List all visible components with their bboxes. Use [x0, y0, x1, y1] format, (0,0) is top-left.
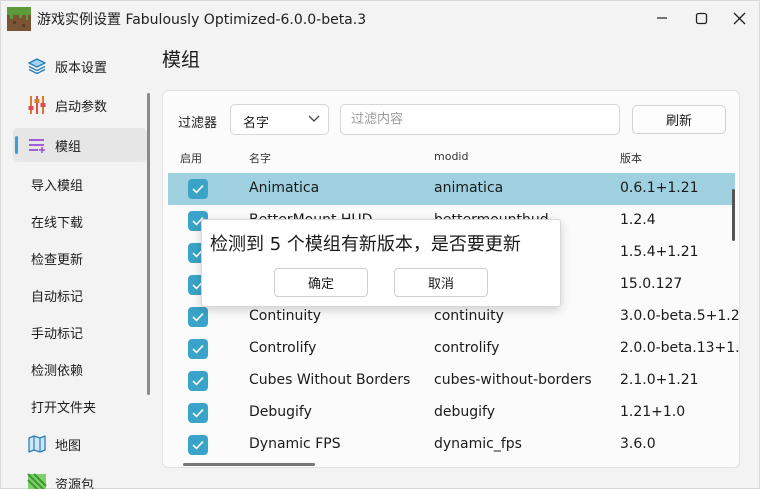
column-header-enabled[interactable]: 启用 — [180, 150, 202, 166]
sidebar-item-label: 打开文件夹 — [31, 400, 97, 416]
check-icon — [192, 440, 204, 450]
mod-id: controlify — [434, 340, 500, 356]
sidebar-item-import-mods[interactable]: 导入模组 — [13, 167, 147, 201]
mod-id: dynamic_fps — [434, 436, 522, 452]
table-row[interactable]: Cubes Without Borders cubes-without-bord… — [168, 365, 735, 397]
sidebar-item-mods[interactable]: 模组 — [13, 128, 147, 162]
update-dialog: 检测到 5 个模组有新版本，是否要更新 确定 取消 — [201, 219, 561, 307]
enabled-checkbox[interactable] — [188, 307, 208, 327]
mod-name: Cubes Without Borders — [249, 372, 411, 388]
chevron-down-icon — [308, 115, 320, 122]
sidebar-item-label: 模组 — [55, 139, 82, 155]
mod-id: animatica — [434, 180, 504, 196]
sidebar-item-check-updates[interactable]: 检查更新 — [13, 241, 147, 275]
mod-name: Dynamic FPS — [249, 436, 341, 452]
mod-version: 3.6.0 — [620, 436, 656, 452]
sidebar-item-maps[interactable]: 地图 — [13, 427, 147, 461]
check-icon — [192, 312, 204, 322]
check-icon — [192, 376, 204, 386]
sidebar-item-resource-packs[interactable]: 资源包 — [13, 466, 147, 489]
mods-list-icon — [26, 134, 48, 156]
table-row[interactable]: Animatica animatica 0.6.1+1.21 — [168, 173, 735, 205]
filter-label: 过滤器 — [178, 116, 218, 131]
mod-name: Animatica — [249, 180, 320, 196]
mod-version: 0.6.1+1.21 — [620, 180, 699, 196]
maximize-button[interactable] — [686, 5, 716, 31]
dialog-message: 检测到 5 个模组有新版本，是否要更新 — [210, 234, 521, 255]
sliders-icon — [26, 94, 48, 116]
sidebar-item-label: 地图 — [55, 438, 82, 454]
sidebar-item-label: 检测依赖 — [31, 363, 84, 379]
sidebar-item-label: 版本设置 — [55, 60, 108, 76]
mod-version: 2.0.0-beta.13+1.2 — [620, 340, 740, 356]
map-icon — [26, 433, 48, 455]
title-bar: 游戏实例设置 Fabulously Optimized-6.0.0-beta.3 — [1, 1, 760, 35]
mod-id: debugify — [434, 404, 496, 420]
sidebar-item-label: 自动标记 — [31, 289, 84, 305]
filter-input[interactable] — [340, 104, 620, 135]
sidebar-scrollbar[interactable] — [147, 93, 150, 395]
mod-version: 2.1.0+1.21 — [620, 372, 699, 388]
table-horizontal-scrollbar[interactable] — [183, 463, 315, 466]
mod-version: 1.21+1.0 — [620, 404, 686, 420]
dialog-ok-button[interactable]: 确定 — [274, 268, 368, 297]
mod-name: Continuity — [249, 308, 322, 324]
sidebar-item-launch-args[interactable]: 启动参数 — [13, 88, 147, 122]
page-title: 模组 — [162, 49, 201, 71]
check-icon — [192, 344, 204, 354]
sidebar-item-label: 导入模组 — [31, 178, 84, 194]
sidebar: 版本设置 启动参数 模组 导入模组 在线下载 检查更新 自动标记 手动标记 检测… — [1, 45, 153, 489]
column-header-version[interactable]: 版本 — [620, 150, 642, 166]
sidebar-item-label: 在线下载 — [31, 215, 84, 231]
close-button[interactable] — [724, 5, 754, 31]
sidebar-item-manual-tag[interactable]: 手动标记 — [13, 315, 147, 349]
mod-version: 1.5.4+1.21 — [620, 244, 699, 260]
mod-name: Debugify — [249, 404, 312, 420]
mod-version: 3.0.0-beta.5+1.21 — [620, 308, 740, 324]
app-window: 游戏实例设置 Fabulously Optimized-6.0.0-beta.3… — [0, 0, 760, 489]
mod-id: cubes-without-borders — [434, 372, 592, 388]
enabled-checkbox[interactable] — [188, 435, 208, 455]
sidebar-item-label: 手动标记 — [31, 326, 84, 342]
filter-field-select[interactable]: 名字 — [230, 104, 329, 135]
maximize-icon — [695, 12, 707, 24]
sidebar-item-check-deps[interactable]: 检测依赖 — [13, 352, 147, 386]
sidebar-item-label: 检查更新 — [31, 252, 84, 268]
enabled-checkbox[interactable] — [188, 371, 208, 391]
check-icon — [192, 184, 204, 194]
mod-name: Controlify — [249, 340, 317, 356]
active-indicator — [15, 136, 18, 154]
sidebar-item-open-folder[interactable]: 打开文件夹 — [13, 389, 147, 423]
table-row[interactable]: Debugify debugify 1.21+1.0 — [168, 397, 735, 429]
mod-version: 1.2.4 — [620, 212, 656, 228]
check-icon — [192, 408, 204, 418]
minimize-icon — [657, 17, 667, 19]
resource-pack-icon — [26, 472, 48, 489]
enabled-checkbox[interactable] — [188, 403, 208, 423]
filter-field-value: 名字 — [243, 116, 270, 131]
mod-id: continuity — [434, 308, 504, 324]
sidebar-item-label: 资源包 — [55, 477, 95, 489]
sidebar-item-label: 启动参数 — [55, 99, 108, 115]
table-vertical-scrollbar[interactable] — [732, 189, 735, 241]
enabled-checkbox[interactable] — [188, 339, 208, 359]
minimize-button[interactable] — [647, 5, 677, 31]
close-icon — [733, 12, 745, 24]
sidebar-item-auto-tag[interactable]: 自动标记 — [13, 278, 147, 312]
sidebar-item-online-download[interactable]: 在线下载 — [13, 204, 147, 238]
enabled-checkbox[interactable] — [188, 179, 208, 199]
mod-version: 15.0.127 — [620, 276, 683, 292]
table-row[interactable]: Controlify controlify 2.0.0-beta.13+1.2 — [168, 333, 739, 365]
dialog-cancel-button[interactable]: 取消 — [394, 268, 488, 297]
minecraft-grass-block-icon — [7, 7, 31, 31]
column-header-modid[interactable]: modid — [434, 150, 468, 163]
column-header-name[interactable]: 名字 — [249, 150, 271, 166]
table-row[interactable]: Dynamic FPS dynamic_fps 3.6.0 — [168, 429, 735, 461]
window-title: 游戏实例设置 Fabulously Optimized-6.0.0-beta.3 — [37, 12, 367, 28]
refresh-button[interactable]: 刷新 — [632, 105, 726, 134]
sidebar-item-version-settings[interactable]: 版本设置 — [13, 49, 147, 83]
layers-icon — [26, 55, 48, 77]
